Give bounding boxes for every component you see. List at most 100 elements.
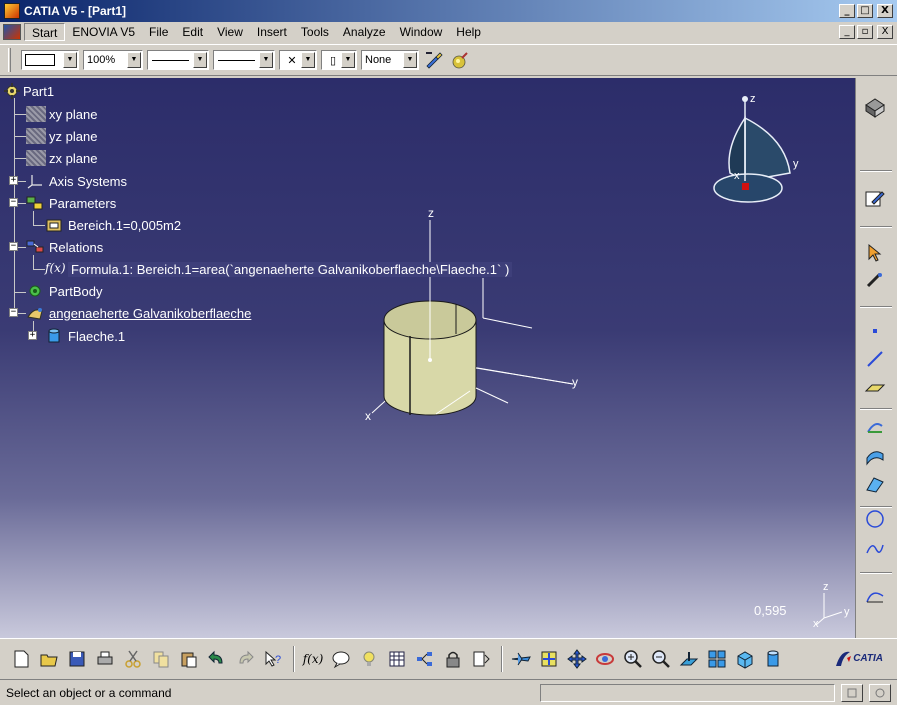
menu-tools[interactable]: Tools [294, 23, 336, 41]
knowledge-advisor-icon[interactable] [328, 646, 354, 672]
document-menu-icon[interactable] [3, 24, 21, 40]
lock-icon[interactable] [440, 646, 466, 672]
open-folder-icon[interactable] [36, 646, 62, 672]
menu-file[interactable]: File [142, 23, 175, 41]
measure-icon[interactable] [862, 268, 888, 294]
shading-icon[interactable] [760, 646, 786, 672]
collapse-geometrical-set[interactable]: − [9, 308, 18, 317]
fly-mode-icon[interactable] [508, 646, 534, 672]
plane-tool-icon[interactable] [862, 374, 888, 400]
tree-node-zx-plane[interactable]: zx plane [26, 149, 97, 167]
transparency-value: 100% [87, 54, 116, 66]
fit-all-icon[interactable] [536, 646, 562, 672]
line-type-combo[interactable]: ▼ [213, 50, 275, 70]
tree-node-yz-plane[interactable]: yz plane [26, 127, 97, 145]
select-arrow-icon[interactable] [862, 240, 888, 266]
tree-node-part1[interactable]: Part1 [4, 82, 54, 100]
iso-view-icon[interactable] [732, 646, 758, 672]
chevron-down-icon[interactable]: ▼ [193, 52, 207, 68]
cut-icon[interactable] [120, 646, 146, 672]
close-button[interactable]: X [877, 4, 893, 18]
catia-app-icon[interactable] [4, 3, 20, 19]
tree-node-xy-plane[interactable]: xy plane [26, 105, 97, 123]
menu-insert[interactable]: Insert [250, 23, 294, 41]
chevron-down-icon[interactable]: ▼ [127, 52, 141, 68]
menu-view[interactable]: View [210, 23, 250, 41]
menu-start[interactable]: Start [24, 23, 66, 41]
point-type-combo[interactable]: ✕ ▼ [279, 50, 317, 70]
offset-surface-icon[interactable] [862, 442, 888, 468]
menu-analyze[interactable]: Analyze [336, 23, 393, 41]
tree-node-geometrical-set[interactable]: angenaeherte Galvanikoberflaeche [26, 304, 251, 322]
pan-icon[interactable] [564, 646, 590, 672]
workbench-icon[interactable] [862, 94, 888, 120]
zoom-out-icon[interactable] [648, 646, 674, 672]
tree-node-partbody[interactable]: PartBody [26, 282, 102, 300]
tree-node-axis-systems[interactable]: Axis Systems [26, 172, 127, 190]
save-icon[interactable] [64, 646, 90, 672]
chevron-down-icon[interactable]: ▼ [259, 52, 273, 68]
chevron-down-icon[interactable]: ▼ [63, 52, 77, 68]
menu-edit[interactable]: Edit [175, 23, 210, 41]
chevron-down-icon[interactable]: ▼ [301, 52, 315, 68]
redo-icon[interactable] [232, 646, 258, 672]
help-icon[interactable] [869, 683, 891, 702]
analysis-icon[interactable] [862, 582, 888, 608]
stop-icon[interactable] [841, 683, 863, 702]
zoom-in-icon[interactable] [620, 646, 646, 672]
undo-icon[interactable] [204, 646, 230, 672]
tree-label: Flaeche.1 [68, 328, 126, 344]
toolbar-grip[interactable] [8, 48, 11, 72]
new-file-icon[interactable] [8, 646, 34, 672]
menu-help[interactable]: Help [449, 23, 488, 41]
print-icon[interactable] [92, 646, 118, 672]
rendering-style-combo[interactable]: ▯ ▼ [321, 50, 357, 70]
update-icon[interactable] [468, 646, 494, 672]
chevron-down-icon[interactable]: ▼ [341, 52, 355, 68]
normal-view-icon[interactable] [676, 646, 702, 672]
extrude-surface-icon[interactable] [862, 414, 888, 440]
circle-icon[interactable] [862, 506, 888, 532]
rotate-icon[interactable] [592, 646, 618, 672]
menu-enovia[interactable]: ENOVIA V5 [65, 23, 142, 41]
catalog-icon[interactable] [412, 646, 438, 672]
formula-tool-icon[interactable]: f(x) [300, 646, 326, 672]
doc-restore-button[interactable]: ▫ [857, 25, 873, 39]
whats-this-icon[interactable]: ? [260, 646, 286, 672]
plane-icon [26, 128, 46, 144]
compass-y-label: y [793, 158, 799, 170]
tree-node-flaeche-1[interactable]: Flaeche.1 [45, 327, 125, 345]
tree-node-relations[interactable]: Relations [26, 238, 103, 256]
sketcher-icon[interactable] [862, 186, 888, 212]
expand-axis-systems[interactable]: + [9, 176, 18, 185]
tree-node-parameters[interactable]: Parameters [26, 194, 116, 212]
design-table-icon[interactable] [384, 646, 410, 672]
copy-icon[interactable] [148, 646, 174, 672]
sweep-surface-icon[interactable] [862, 470, 888, 496]
maximize-button[interactable]: □ [857, 4, 873, 18]
power-input-field[interactable] [540, 683, 835, 702]
tree-node-formula-1[interactable]: f(x) Formula.1: Bereich.1=area(`angenaeh… [45, 260, 513, 278]
layer-combo[interactable]: None ▼ [361, 50, 419, 70]
line-thickness-combo[interactable]: ▼ [147, 50, 209, 70]
collapse-relations[interactable]: − [9, 242, 18, 251]
expand-flaeche[interactable]: + [28, 331, 37, 340]
tree-node-bereich-1[interactable]: Bereich.1=0,005m2 [45, 216, 181, 234]
chevron-down-icon[interactable]: ▼ [403, 52, 417, 68]
lightbulb-icon[interactable] [356, 646, 382, 672]
fill-color-combo[interactable]: ▼ [21, 50, 79, 70]
doc-close-button[interactable]: X [877, 25, 893, 39]
spline-icon[interactable] [862, 536, 888, 562]
properties-icon[interactable] [449, 49, 471, 71]
painter-icon[interactable] [423, 49, 445, 71]
transparency-combo[interactable]: 100% ▼ [83, 50, 143, 70]
point-icon[interactable] [862, 318, 888, 344]
menu-window[interactable]: Window [393, 23, 450, 41]
paste-icon[interactable] [176, 646, 202, 672]
multi-view-icon[interactable] [704, 646, 730, 672]
minimize-button[interactable]: _ [839, 4, 855, 18]
3d-viewport[interactable]: z y x z y x z y x 0,595 + − − − + Part1 [0, 78, 855, 638]
collapse-parameters[interactable]: − [9, 198, 18, 207]
doc-minimize-button[interactable]: _ [839, 25, 855, 39]
line-icon[interactable] [862, 346, 888, 372]
